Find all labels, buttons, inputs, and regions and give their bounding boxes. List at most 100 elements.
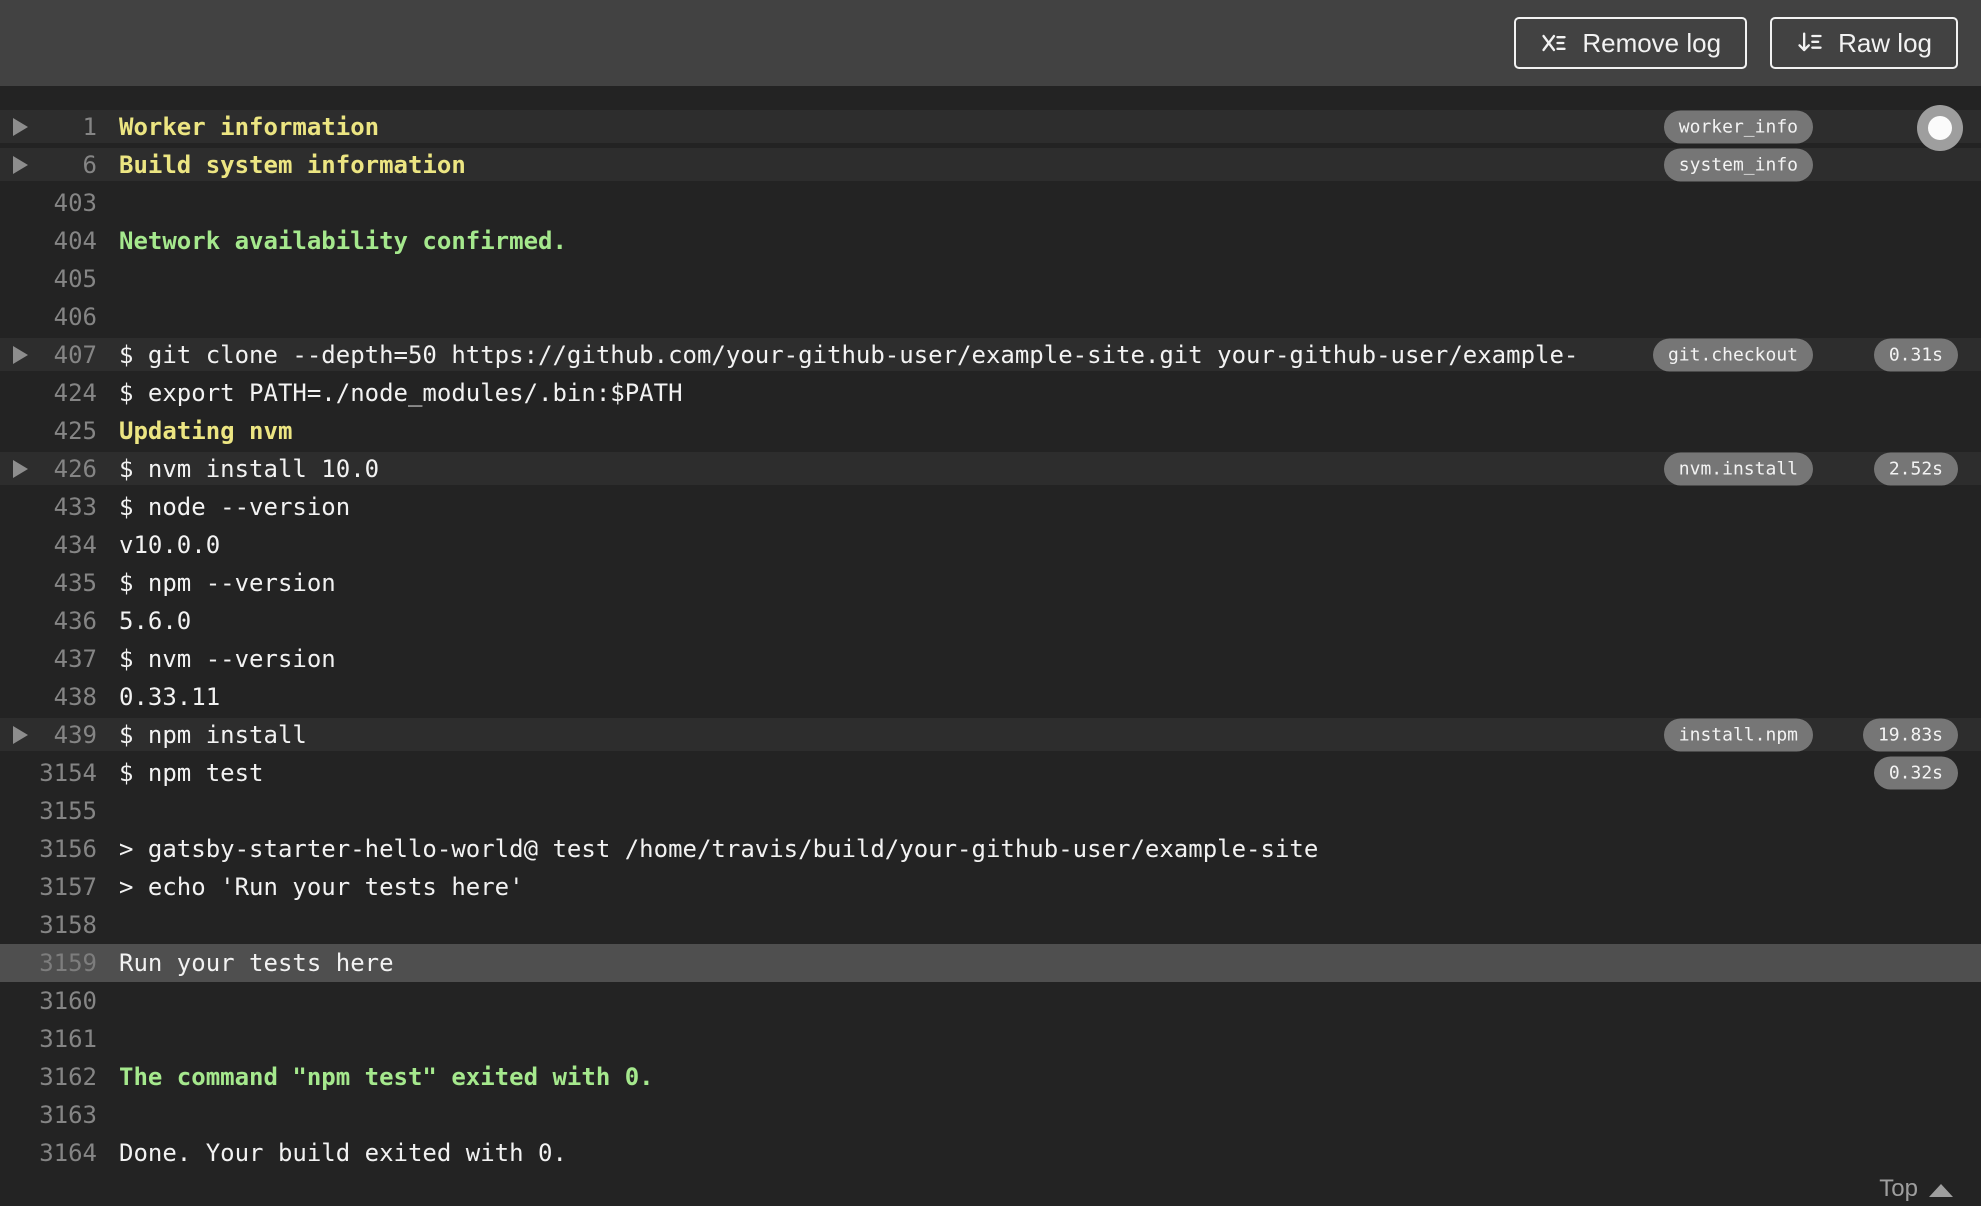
line-number[interactable]: 6 — [35, 151, 97, 179]
log-text: $ node --version — [119, 493, 351, 521]
log-line: 437 $ nvm --version — [0, 640, 1981, 678]
log-line: 425 Updating nvm — [0, 412, 1981, 450]
log-line: 406 — [0, 298, 1981, 336]
line-number[interactable]: 3157 — [35, 873, 97, 901]
line-number[interactable]: 434 — [35, 531, 97, 559]
line-number[interactable]: 3158 — [35, 911, 97, 939]
step-badge: install.npm — [1663, 718, 1813, 752]
download-arrow-list-icon — [1796, 29, 1824, 57]
log-text: > gatsby-starter-hello-world@ test /home… — [119, 835, 1319, 863]
line-number[interactable]: 3163 — [35, 1101, 97, 1129]
log-line: 6 Build system information system_info — [0, 146, 1981, 184]
log-line: 3164 Done. Your build exited with 0. — [0, 1134, 1981, 1172]
fold-arrow-icon[interactable] — [13, 156, 35, 174]
log-text: $ nvm install 10.0 — [119, 455, 380, 483]
line-number[interactable]: 426 — [35, 455, 97, 483]
log-line: 3163 — [0, 1096, 1981, 1134]
fold-arrow-icon[interactable] — [13, 118, 35, 136]
log-line: 407 $ git clone --depth=50 https://githu… — [0, 336, 1981, 374]
log-text: $ npm test — [119, 759, 264, 787]
log-text: Done. Your build exited with 0. — [119, 1139, 567, 1167]
log-line: 3162 The command "npm test" exited with … — [0, 1058, 1981, 1096]
log-line: 404 Network availability confirmed. — [0, 222, 1981, 260]
log-text: Network availability confirmed. — [119, 227, 567, 255]
log-line: 438 0.33.11 — [0, 678, 1981, 716]
build-log: 1 Worker information worker_info 6 Build… — [0, 86, 1981, 1172]
line-number[interactable]: 405 — [35, 265, 97, 293]
step-badge: nvm.install — [1663, 452, 1813, 486]
log-text: Run your tests here — [119, 949, 394, 977]
log-line: 433 $ node --version — [0, 488, 1981, 526]
line-number[interactable]: 439 — [35, 721, 97, 749]
log-line: 3156 > gatsby-starter-hello-world@ test … — [0, 830, 1981, 868]
log-line: 3155 — [0, 792, 1981, 830]
line-number[interactable]: 3156 — [35, 835, 97, 863]
line-number[interactable]: 433 — [35, 493, 97, 521]
log-footer: Top — [0, 1172, 1981, 1206]
log-line: 405 — [0, 260, 1981, 298]
raw-log-label: Raw log — [1838, 27, 1932, 58]
duration-badge: 0.31s — [1873, 338, 1958, 372]
log-text: $ npm --version — [119, 569, 336, 597]
line-number[interactable]: 1 — [35, 113, 97, 141]
log-text: The command "npm test" exited with 0. — [119, 1063, 654, 1091]
line-number[interactable]: 3162 — [35, 1063, 97, 1091]
line-number[interactable]: 425 — [35, 417, 97, 445]
log-text: > echo 'Run your tests here' — [119, 873, 524, 901]
log-text: $ export PATH=./node_modules/.bin:$PATH — [119, 379, 683, 407]
log-text: 0.33.11 — [119, 683, 221, 711]
fold-arrow-icon[interactable] — [13, 346, 35, 364]
log-text: v10.0.0 — [119, 531, 221, 559]
line-number[interactable]: 3154 — [35, 759, 97, 787]
log-text: $ git clone --depth=50 https://github.co… — [119, 341, 1579, 369]
log-line: 424 $ export PATH=./node_modules/.bin:$P… — [0, 374, 1981, 412]
line-number[interactable]: 435 — [35, 569, 97, 597]
log-line: 3158 — [0, 906, 1981, 944]
fold-arrow-icon[interactable] — [13, 460, 35, 478]
line-number[interactable]: 403 — [35, 189, 97, 217]
scroll-to-top-link[interactable]: Top — [1879, 1175, 1953, 1203]
log-line: 426 $ nvm install 10.0 nvm.install 2.52s — [0, 450, 1981, 488]
duration-badge: 0.32s — [1873, 756, 1958, 790]
log-line: 1 Worker information worker_info — [0, 108, 1981, 146]
scroll-position-dot-icon[interactable] — [1917, 105, 1963, 151]
line-number[interactable]: 3155 — [35, 797, 97, 825]
line-number[interactable]: 436 — [35, 607, 97, 635]
up-arrow-icon — [1929, 1184, 1953, 1197]
fold-arrow-icon[interactable] — [13, 726, 35, 744]
line-number[interactable]: 404 — [35, 227, 97, 255]
log-text: Build system information — [119, 151, 466, 179]
log-line: 435 $ npm --version — [0, 564, 1981, 602]
scroll-position-dot-inner — [1928, 116, 1952, 140]
log-lines-container: 1 Worker information worker_info 6 Build… — [0, 108, 1981, 1172]
duration-badge: 19.83s — [1862, 718, 1958, 752]
clear-log-x-list-icon — [1540, 29, 1568, 57]
log-line: 3161 — [0, 1020, 1981, 1058]
log-line: 3154 $ npm test 0.32s — [0, 754, 1981, 792]
line-number[interactable]: 3161 — [35, 1025, 97, 1053]
duration-badge: 2.52s — [1873, 452, 1958, 486]
log-text: 5.6.0 — [119, 607, 192, 635]
log-text: $ nvm --version — [119, 645, 336, 673]
step-badge: system_info — [1663, 148, 1813, 182]
log-line: 403 — [0, 184, 1981, 222]
log-line: 439 $ npm install install.npm 19.83s — [0, 716, 1981, 754]
log-text: $ npm install — [119, 721, 307, 749]
remove-log-button[interactable]: Remove log — [1514, 17, 1748, 69]
line-number[interactable]: 3159 — [35, 949, 97, 977]
line-number[interactable]: 424 — [35, 379, 97, 407]
line-number[interactable]: 3164 — [35, 1139, 97, 1167]
line-number[interactable]: 407 — [35, 341, 97, 369]
log-line: 436 5.6.0 — [0, 602, 1981, 640]
log-text: Worker information — [119, 113, 380, 141]
line-number[interactable]: 406 — [35, 303, 97, 331]
raw-log-button[interactable]: Raw log — [1770, 17, 1958, 69]
log-text: Updating nvm — [119, 417, 293, 445]
top-link-label: Top — [1879, 1175, 1918, 1202]
line-number[interactable]: 3160 — [35, 987, 97, 1015]
log-line: 3160 — [0, 982, 1981, 1020]
line-number[interactable]: 438 — [35, 683, 97, 711]
log-toolbar: Remove log Raw log — [0, 0, 1981, 86]
step-badge: worker_info — [1663, 110, 1813, 144]
line-number[interactable]: 437 — [35, 645, 97, 673]
